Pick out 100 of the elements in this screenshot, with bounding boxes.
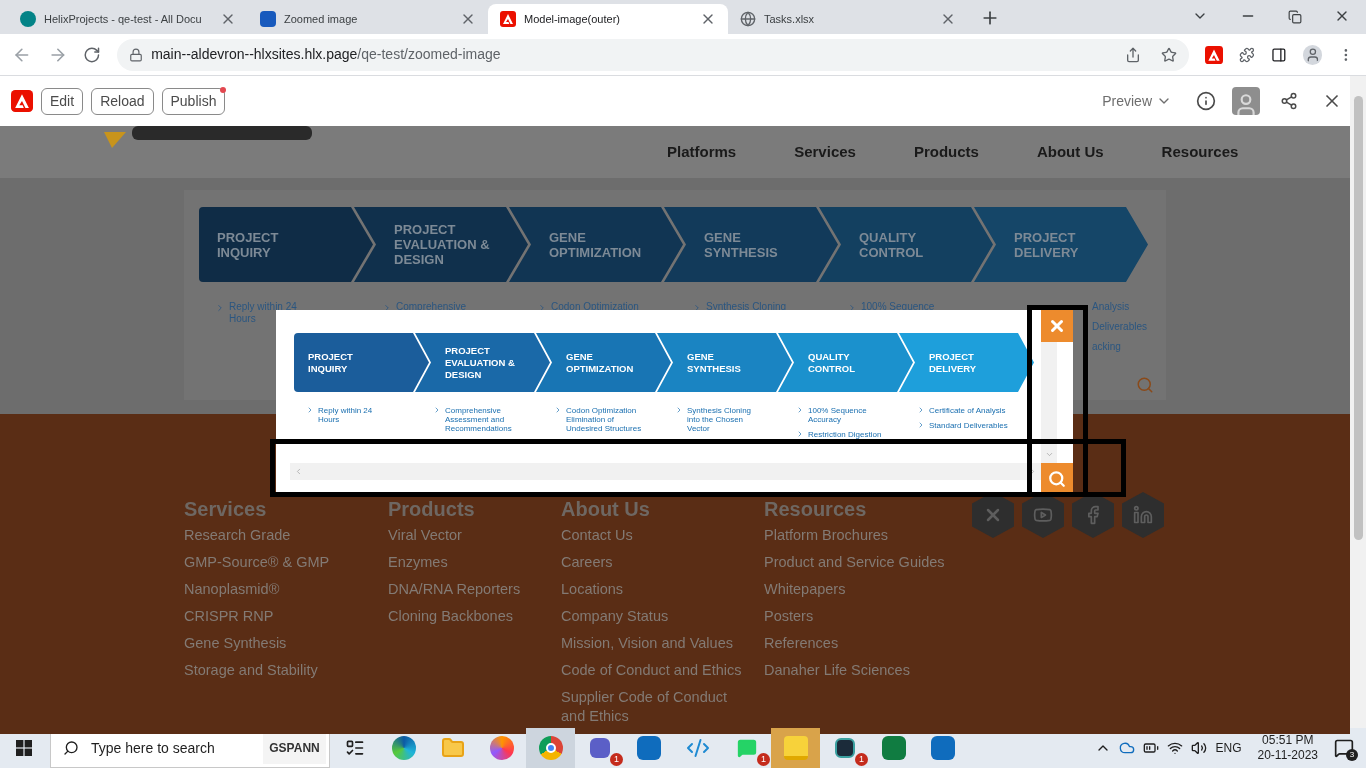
nav-link[interactable]: Platforms: [667, 140, 737, 164]
nav-link[interactable]: Resources: [1161, 140, 1239, 164]
footer-link[interactable]: Cloning Backbones: [388, 607, 561, 626]
taskbar-button[interactable]: 1: [820, 728, 869, 768]
cloud-icon[interactable]: [1119, 740, 1136, 756]
side-panel-icon[interactable]: [1270, 46, 1287, 63]
spreadsheet-icon[interactable]: [881, 736, 906, 760]
footer-link[interactable]: Whitepapers: [764, 580, 972, 599]
footer-heading: About Us: [561, 498, 651, 520]
page-scrollbar[interactable]: [1350, 76, 1366, 728]
tab-title: Model-image(outer): [524, 11, 621, 27]
taskbar-button[interactable]: 1: [722, 728, 771, 768]
zoom-button[interactable]: [1041, 463, 1073, 495]
language-indicator[interactable]: ENG: [1215, 739, 1242, 757]
bullet-icon: [554, 406, 562, 414]
extensions-icon[interactable]: [1239, 46, 1255, 63]
battery-icon[interactable]: [1143, 740, 1160, 756]
bullet-icon: [306, 406, 314, 414]
footer-link[interactable]: Platform Brochures: [764, 526, 972, 545]
toolbar-button[interactable]: Reload: [91, 87, 154, 115]
browser-tab[interactable]: Model-image(outer): [488, 4, 728, 34]
document-icon: [260, 11, 276, 27]
taskbar-button[interactable]: 1: [575, 728, 624, 768]
bookmark-icon[interactable]: [1161, 46, 1177, 63]
notification-badge: 1: [855, 753, 868, 766]
nav-link[interactable]: About Us: [1036, 140, 1104, 164]
browser-icon[interactable]: [391, 736, 416, 760]
toolbar-button[interactable]: Publish: [161, 87, 226, 115]
search-icon: [63, 740, 79, 756]
toolbar-button[interactable]: Edit: [41, 87, 84, 115]
windows-icon[interactable]: [16, 740, 32, 756]
footer-link[interactable]: Research Grade: [184, 526, 388, 545]
share-icon[interactable]: [1125, 46, 1141, 63]
bullet-icon: [215, 303, 225, 313]
horizontal-scrollbar[interactable]: [290, 463, 1041, 480]
browser-icon[interactable]: [538, 736, 563, 760]
footer-link[interactable]: Viral Vector: [388, 526, 561, 545]
mail-app-icon[interactable]: [930, 736, 955, 760]
task-view-icon[interactable]: [344, 738, 365, 758]
mail-app-icon[interactable]: [636, 736, 661, 760]
footer-link[interactable]: Mission, Vision and Values: [561, 634, 764, 653]
bullet-text: Reply within 24 Hours: [229, 301, 297, 325]
bullet-text: Comprehensive Assessment and Recommendations: [445, 406, 512, 433]
volume-icon[interactable]: [1191, 740, 1208, 756]
footer-link[interactable]: Locations: [561, 580, 764, 599]
footer-link[interactable]: Posters: [764, 607, 972, 626]
share-icon[interactable]: [1280, 92, 1298, 110]
stage-banner: PROJECT INQUIRY: [294, 333, 429, 392]
clock[interactable]: 05:51 PM 20-11-2023: [1257, 733, 1318, 763]
address-field[interactable]: main--aldevron--hlxsites.hlx.page/qe-test/zoomed-image: [117, 38, 1189, 71]
footer-link[interactable]: References: [764, 634, 972, 653]
footer-link[interactable]: Gene Synthesis: [184, 634, 388, 653]
lock-icon: [129, 47, 144, 62]
footer-link[interactable]: Code of Conduct and Ethics: [561, 661, 764, 680]
bullet-icon: [917, 406, 925, 414]
restore-icon[interactable]: [1288, 10, 1302, 24]
info-icon[interactable]: [1196, 91, 1216, 111]
bullet-text: 100% Sequence: [861, 301, 935, 313]
bullet-text: Deliverables: [1092, 321, 1148, 333]
stage-banner: PROJECT DELIVERY: [899, 333, 1034, 392]
browser-tab[interactable]: Zoomed image: [248, 4, 488, 34]
footer-link[interactable]: CRISPR RNP: [184, 607, 388, 626]
footer-link[interactable]: DNA/RNA Reporters: [388, 580, 561, 599]
nav-link[interactable]: Products: [913, 140, 979, 164]
stage-banner: GENE OPTIMIZATION: [536, 333, 671, 392]
tab-title: HelixProjects - qe-test - All Docu: [44, 11, 203, 27]
footer-link[interactable]: Nanoplasmid®: [184, 580, 388, 599]
bullet-icon: [675, 406, 683, 414]
reload-icon[interactable]: [83, 45, 102, 64]
footer-heading: Products: [388, 498, 476, 520]
footer-link[interactable]: Contact Us: [561, 526, 764, 545]
notification-badge: 1: [610, 753, 623, 766]
footer-link[interactable]: Product and Service Guides: [764, 553, 972, 572]
footer-link[interactable]: Supplier Code of Conduct and Ethics: [561, 688, 764, 726]
footer-link[interactable]: Storage and Stability: [184, 661, 388, 680]
vertical-scrollbar[interactable]: [1041, 342, 1057, 463]
bullet-text: Reply within 24 Hours: [318, 406, 373, 424]
browser-icon[interactable]: [489, 736, 514, 760]
wifi-icon[interactable]: [1167, 740, 1184, 756]
footer-link[interactable]: Company Status: [561, 607, 764, 626]
footer-link[interactable]: Careers: [561, 553, 764, 572]
bullet-text: Synthesis Cloning: [706, 301, 787, 313]
nav-link[interactable]: Services: [794, 140, 856, 164]
app-icon[interactable]: [834, 738, 855, 758]
profile-icon[interactable]: [1302, 44, 1323, 65]
bullet-icon: [382, 303, 392, 313]
search-badge: GSPANN: [263, 732, 326, 764]
notification-badge: 1: [757, 753, 770, 766]
search-field[interactable]: Type here to search: [91, 737, 251, 759]
footer-link[interactable]: GMP-Source® & GMP: [184, 553, 388, 572]
footer-link[interactable]: Enzymes: [388, 553, 561, 572]
chat-app-icon[interactable]: [589, 738, 610, 758]
browser-tab[interactable]: HelixProjects - qe-test - All Docu: [8, 4, 248, 34]
stage-banner: QUALITY CONTROL: [778, 333, 913, 392]
environment-dropdown[interactable]: Preview: [1102, 90, 1172, 112]
footer-link[interactable]: Danaher Life Sciences: [764, 661, 972, 680]
bullet-icon: [796, 430, 804, 438]
browser-tab[interactable]: Tasks.xlsx: [728, 4, 968, 34]
notification-count: 3: [1346, 749, 1358, 761]
footer-heading: Resources: [764, 498, 868, 520]
